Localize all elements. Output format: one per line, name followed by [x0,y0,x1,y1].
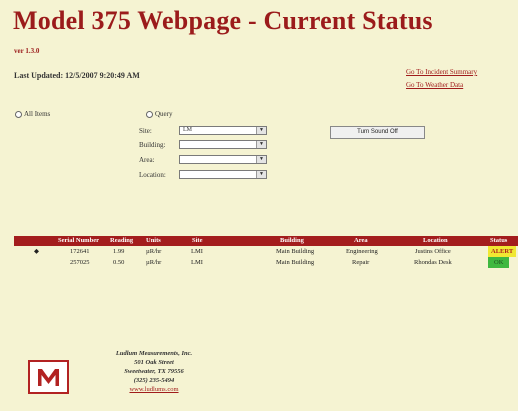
company-website-link[interactable]: www.ludlums.com [99,385,209,394]
building-label: Building: [139,141,166,149]
location-cell: Justins Office [415,248,451,255]
location-cell: Rhondas Desk [414,259,452,266]
col-building: Building [280,237,304,244]
weather-data-link[interactable]: Go To Weather Data [406,81,463,89]
query-label: Query [155,110,173,118]
company-name: Ludlum Measurements, Inc. [115,350,193,357]
chevron-down-icon: ▼ [256,127,266,134]
status-table: Serial Number Reading Units Site Buildin… [14,236,518,268]
table-header-row: Serial Number Reading Units Site Buildin… [14,236,518,246]
area-select[interactable]: ▼ [179,155,267,164]
status-badge: ALERT [488,246,517,257]
turn-sound-off-button[interactable]: Turn Sound Off [330,126,425,139]
col-area: Area [354,237,368,244]
units-cell: µR/hr [146,259,162,266]
company-city: Sweetwater, TX 79556 [124,368,184,375]
site-cell: LMI [191,248,203,255]
table-row[interactable]: ◆ 172641 1.99 µR/hr LMI Main Building En… [14,246,518,257]
last-updated-label: Last Updated: 12/5/2007 9:20:49 AM [14,71,140,80]
building-cell: Main Building [276,259,315,266]
location-label: Location: [139,171,166,179]
query-radio[interactable] [146,110,153,118]
area-cell: Engineering [346,248,378,255]
company-info: Ludlum Measurements, Inc. 501 Oak Street… [99,349,209,394]
page-title: Model 375 Webpage - Current Status [13,6,433,35]
chevron-down-icon: ▼ [256,156,266,163]
query-option[interactable]: Query [146,110,173,118]
company-phone: (325) 235-5494 [133,377,175,384]
area-cell: Repair [352,259,370,266]
table-row[interactable]: 257025 0.50 µR/hr LMI Main Building Repa… [14,257,518,268]
site-select-value: LM [183,127,192,133]
site-cell: LMI [191,259,203,266]
area-label: Area: [139,156,155,164]
company-street: 501 Oak Street [134,359,174,366]
col-status: Status [490,237,508,244]
all-items-radio[interactable] [15,110,22,118]
site-label: Site: [139,127,152,135]
col-units: Units [146,237,161,244]
col-site: Site [192,237,203,244]
version-label: ver 1.3.0 [14,47,40,55]
company-logo [28,360,69,394]
serial-number-cell: 172641 [70,248,90,255]
reading-cell: 0.50 [113,259,125,266]
site-select[interactable]: LM ▼ [179,126,267,135]
col-reading: Reading [110,237,134,244]
location-select[interactable]: ▼ [179,170,267,179]
units-cell: µR/hr [146,248,162,255]
all-items-option[interactable]: All Items [15,110,50,118]
col-location: Location [423,237,448,244]
all-items-label: All Items [24,110,51,118]
chevron-down-icon: ▼ [256,141,266,148]
building-cell: Main Building [276,248,315,255]
serial-number-cell: 257025 [70,259,90,266]
building-select[interactable]: ▼ [179,140,267,149]
alarm-marker-icon: ◆ [34,248,39,255]
col-serial-number: Serial Number [58,237,99,244]
status-badge: OK [488,257,510,268]
reading-cell: 1.99 [113,248,125,255]
ludlum-logo-icon [38,369,59,386]
chevron-down-icon: ▼ [256,171,266,178]
incident-summary-link[interactable]: Go To Incident Summary [406,68,477,76]
